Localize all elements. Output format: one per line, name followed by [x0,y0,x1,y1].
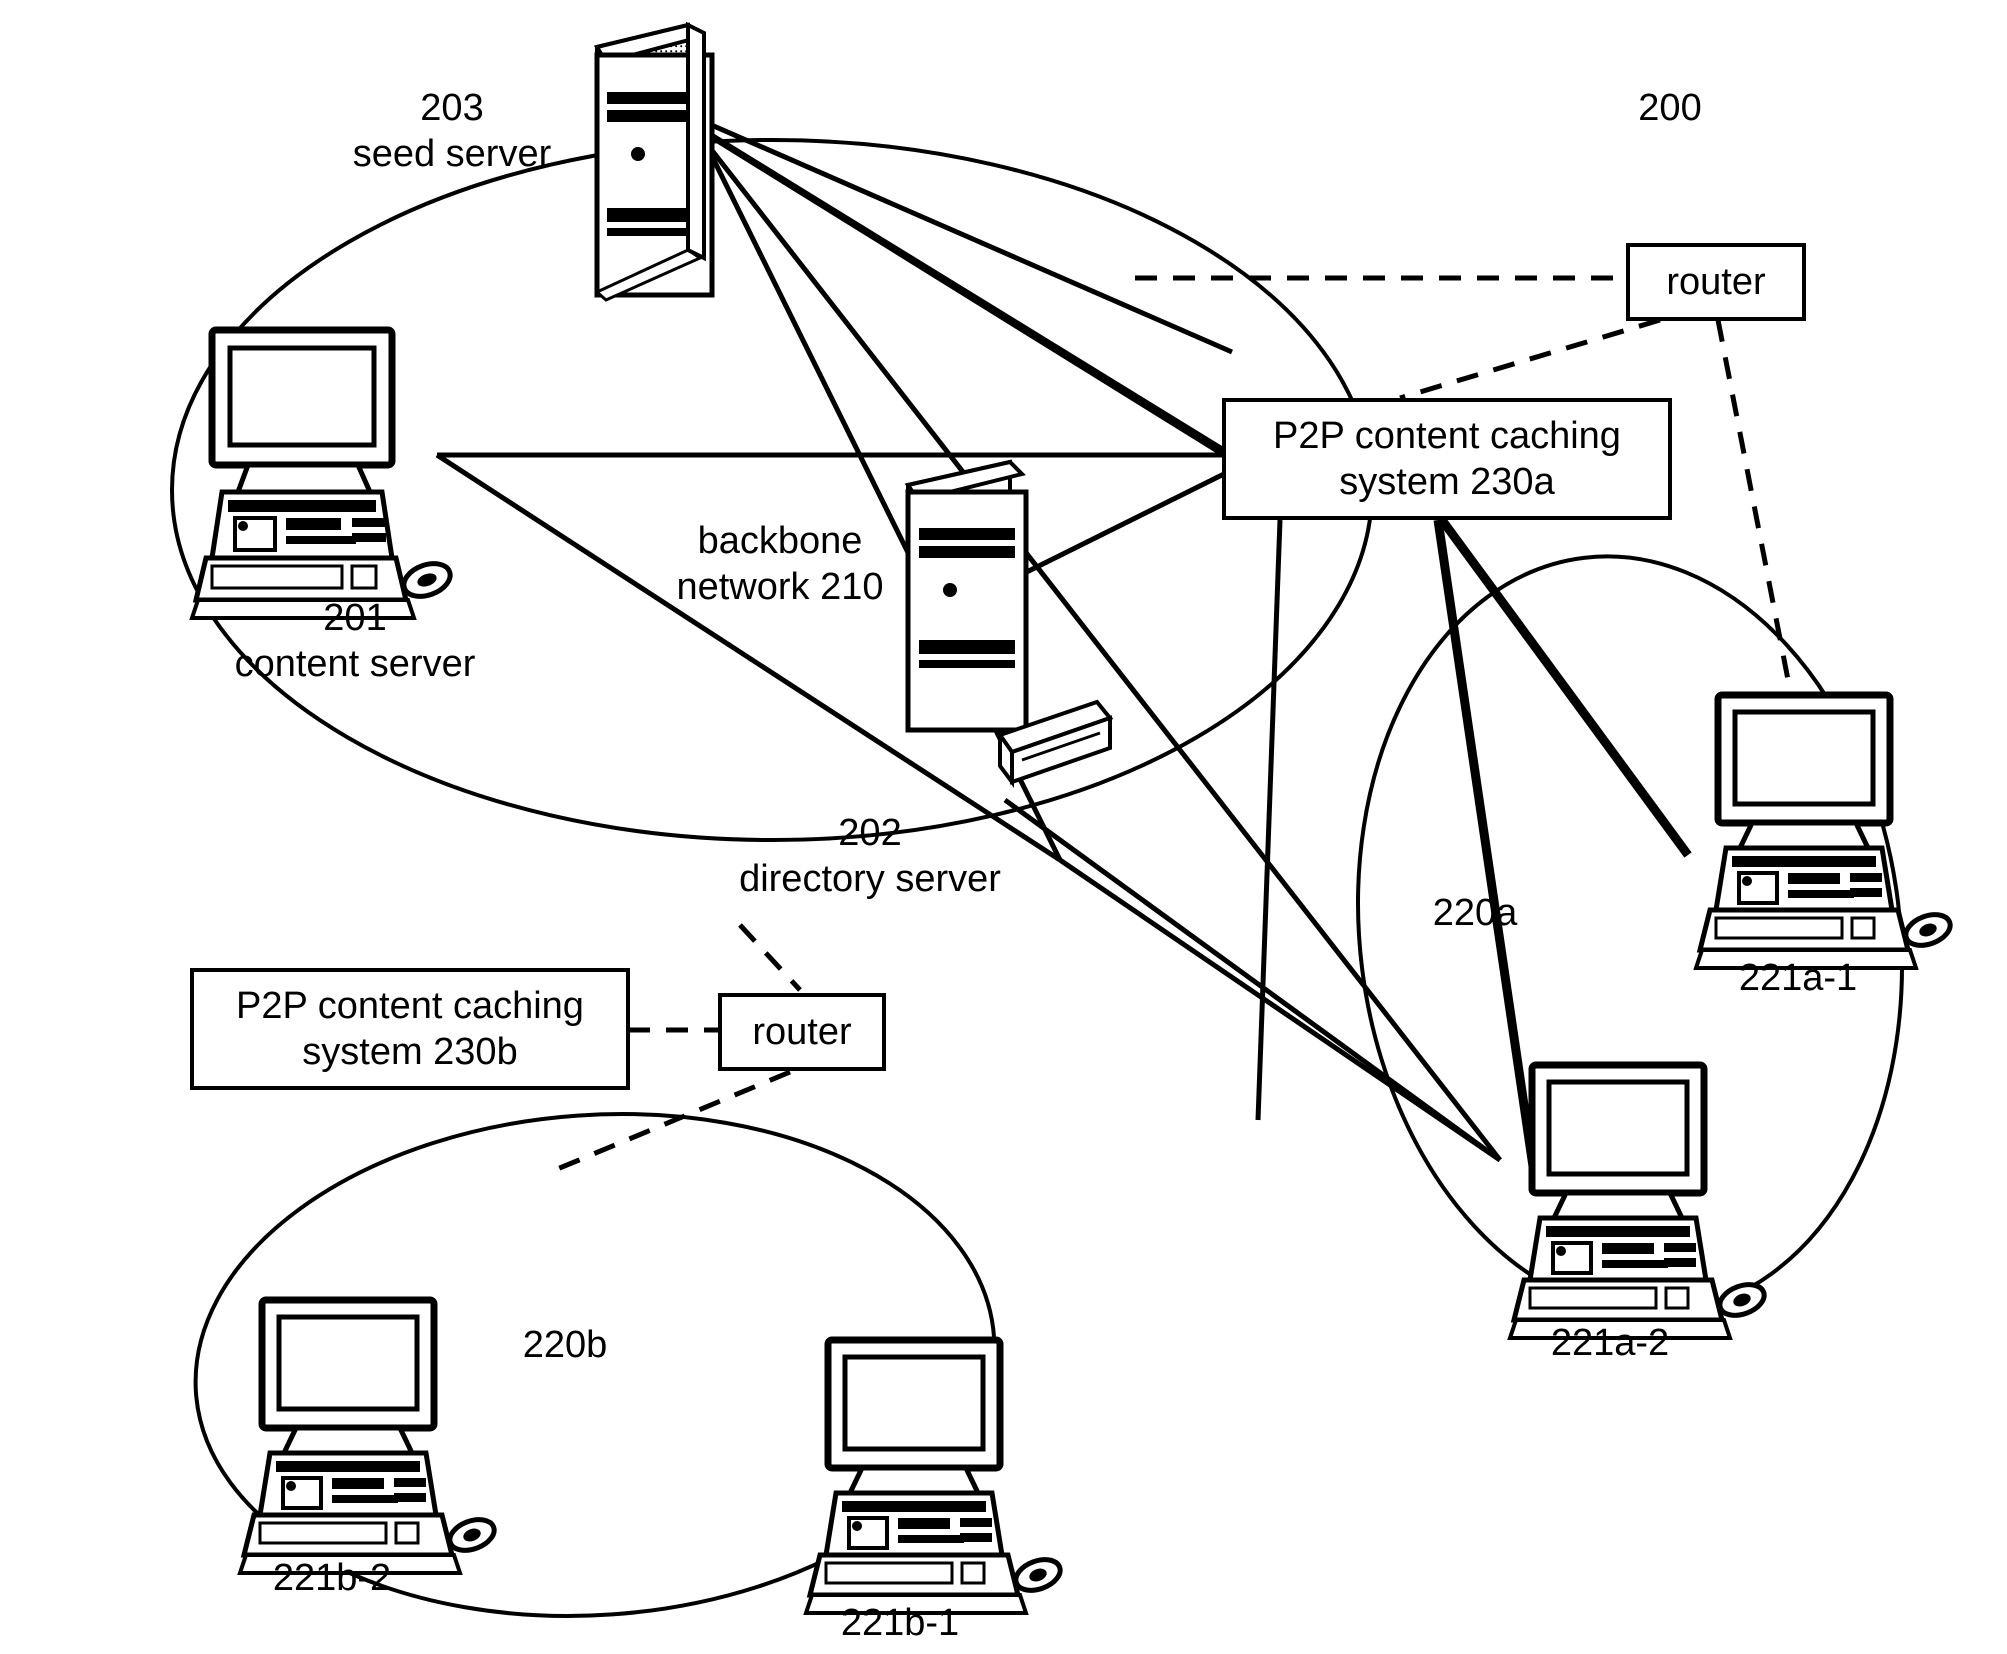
router-bottom-box[interactable]: router [718,993,886,1071]
p2p-caching-system-a-box[interactable]: P2P content caching system 230a [1222,398,1672,520]
backbone-network-label: backbone network 210 [676,520,884,608]
directory-server-label: 202 directory server [739,812,1001,900]
cloud-b-label: 220b [522,1324,608,1366]
router-top-label: router [1666,261,1766,303]
peer-b2-label: 221b-2 [272,1557,392,1599]
p2p-caching-system-b-box[interactable]: P2P content caching system 230b [190,968,630,1090]
figure-number-label: 200 [1638,87,1702,129]
router-bottom-label: router [752,1011,852,1053]
p2p-caching-system-b-label: P2P content caching system 230b [236,985,584,1073]
p2p-caching-system-a-label: P2P content caching system 230a [1273,415,1621,503]
content-server-icon [189,326,453,620]
peer-a1-icon [1693,691,1953,970]
content-server-label: 201 content server [234,597,476,685]
peer-b2-icon [237,1296,497,1575]
peer-a2-icon [1507,1061,1767,1340]
peer-b1-label: 221b-1 [840,1602,960,1644]
cloud-a-label: 220a [1432,892,1518,934]
figure-canvas: P2P content caching system 230a P2P conte… [0,0,2007,1654]
seed-server-icon [593,21,715,302]
seed-server-label: 203 seed server [352,87,552,175]
peer-a2-label: 221a-2 [1550,1322,1670,1364]
peer-b1-icon [803,1336,1063,1615]
peer-a1-label: 221a-1 [1738,957,1858,999]
router-top-box[interactable]: router [1626,243,1806,321]
